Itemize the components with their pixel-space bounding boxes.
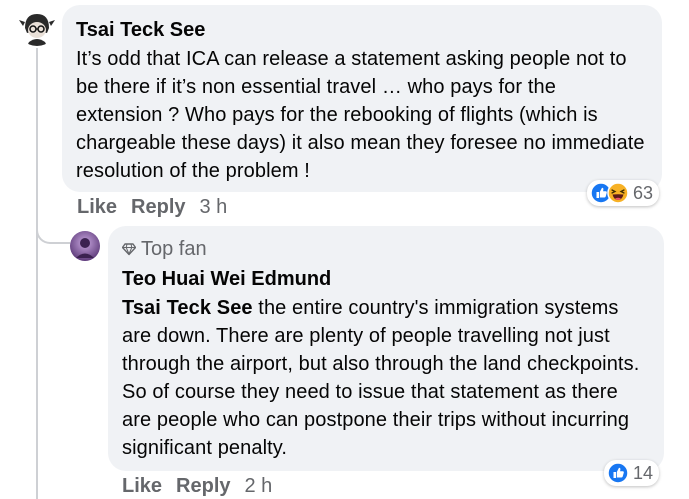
reply-button[interactable]: Reply bbox=[176, 475, 230, 498]
reply-author[interactable]: Teo Huai Wei Edmund bbox=[122, 266, 650, 292]
reply-bubble: Top fan Teo Huai Wei Edmund Tsai Teck Se… bbox=[108, 226, 664, 471]
comment-author[interactable]: Tsai Teck See bbox=[76, 17, 648, 43]
thread-branch bbox=[36, 226, 70, 244]
like-button[interactable]: Like bbox=[122, 475, 162, 498]
haha-icon bbox=[607, 182, 629, 204]
timestamp[interactable]: 2 h bbox=[245, 475, 273, 498]
like-icon bbox=[607, 462, 629, 484]
reply-avatar[interactable] bbox=[70, 231, 100, 261]
thread-line bbox=[36, 48, 38, 499]
diamond-icon bbox=[122, 243, 136, 256]
reaction-count: 14 bbox=[633, 462, 654, 483]
reaction-count: 63 bbox=[633, 182, 654, 203]
top-fan-badge[interactable]: Top fan bbox=[122, 236, 650, 262]
comment-actions: Like Reply 3 h bbox=[77, 196, 227, 219]
comment-bubble: Tsai Teck See It’s odd that ICA can rele… bbox=[62, 5, 662, 192]
reaction-summary[interactable]: 63 bbox=[587, 180, 660, 206]
reply-button[interactable]: Reply bbox=[131, 196, 185, 219]
top-fan-label: Top fan bbox=[141, 238, 207, 260]
timestamp[interactable]: 3 h bbox=[200, 196, 228, 219]
comment-text: It’s odd that ICA can release a statemen… bbox=[76, 48, 645, 182]
mention-link[interactable]: Tsai Teck See bbox=[122, 297, 253, 319]
like-button[interactable]: Like bbox=[77, 196, 117, 219]
reply-actions: Like Reply 2 h bbox=[122, 475, 272, 498]
reply-body: the entire country's immigration systems… bbox=[122, 297, 640, 459]
avatar[interactable] bbox=[17, 6, 57, 46]
reply-reaction-summary[interactable]: 14 bbox=[604, 460, 660, 486]
reply-text: Tsai Teck See the entire country's immig… bbox=[122, 294, 650, 462]
